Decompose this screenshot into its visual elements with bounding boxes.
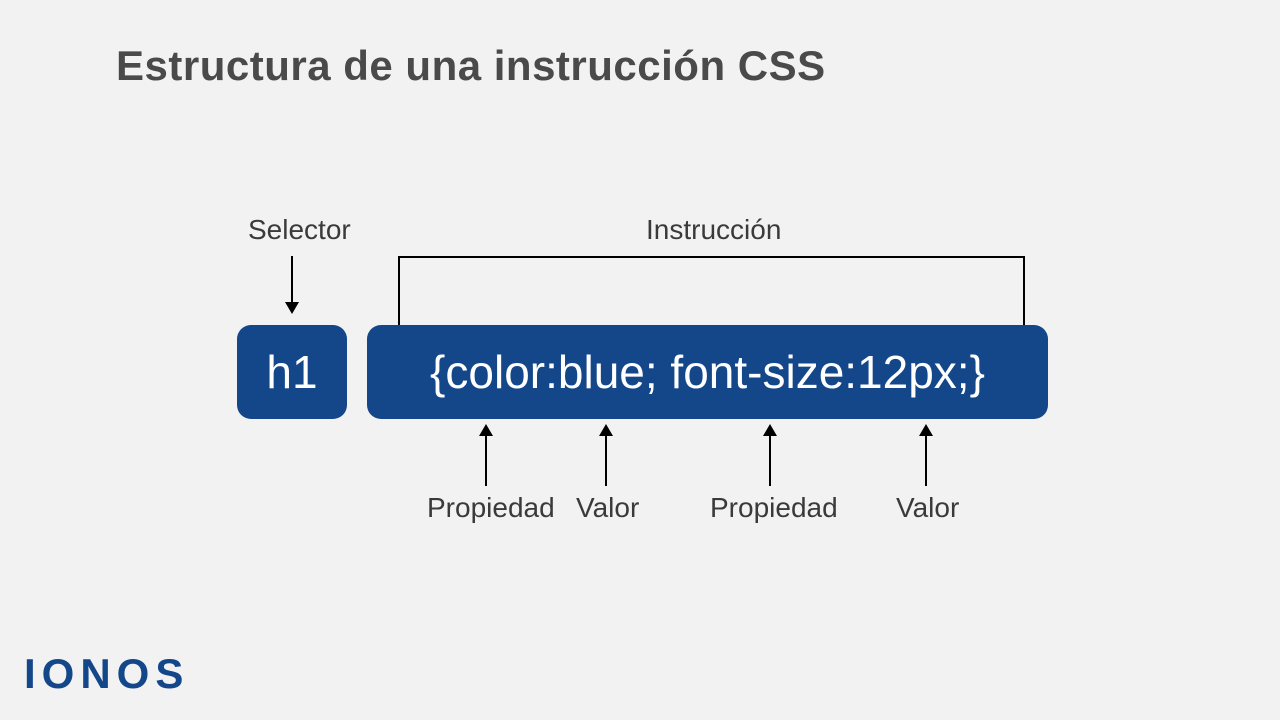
- arrow-value-2: [925, 426, 927, 486]
- arrow-property-1: [485, 426, 487, 486]
- label-instruction: Instrucción: [646, 214, 781, 246]
- code-instruction-text: {color:blue; font-size:12px;}: [430, 345, 985, 399]
- code-selector-text: h1: [266, 345, 317, 399]
- arrow-value-1: [605, 426, 607, 486]
- arrow-selector: [291, 256, 293, 312]
- label-value-1: Valor: [576, 492, 639, 524]
- label-property-1: Propiedad: [427, 492, 555, 524]
- bracket-instruction: [398, 256, 1025, 331]
- label-value-2: Valor: [896, 492, 959, 524]
- label-property-2: Propiedad: [710, 492, 838, 524]
- page-title: Estructura de una instrucción CSS: [116, 42, 826, 90]
- code-selector-box: h1: [237, 325, 347, 419]
- label-selector: Selector: [248, 214, 351, 246]
- arrow-property-2: [769, 426, 771, 486]
- brand-logo: IONOS: [24, 650, 189, 698]
- code-instruction-box: {color:blue; font-size:12px;}: [367, 325, 1048, 419]
